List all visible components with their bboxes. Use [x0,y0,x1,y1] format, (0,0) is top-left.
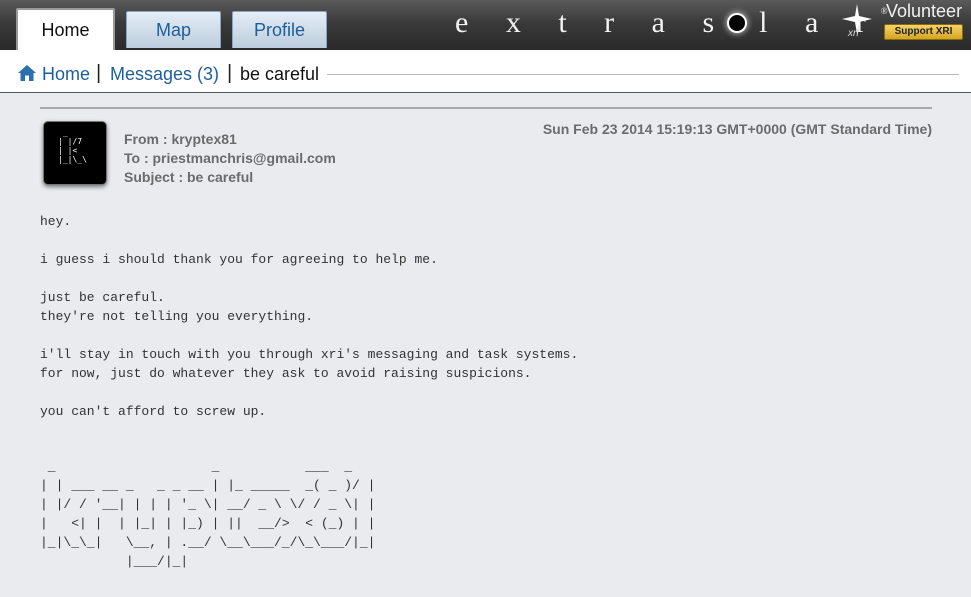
breadcrumb: Home | Messages (3) | be careful [0,50,971,93]
avatar-art: _ | |/7 | |< |_|\_\ [58,128,87,164]
sender-avatar: _ | |/7 | |< |_|\_\ [43,121,107,185]
top-nav-bar: Home Map Profile e x t r a sl a r® xri V… [0,0,971,50]
breadcrumb-messages-link[interactable]: Messages (3) [110,64,219,85]
tab-profile[interactable]: Profile [232,11,327,48]
ascii-signature: _ _ ___ _ | | ___ __ _ _ _ __ | |_ _____… [40,459,376,569]
breadcrumb-separator: | [96,62,102,84]
message-date: Sun Feb 23 2014 15:19:13 GMT+0000 (GMT S… [542,121,932,137]
message-body: hey. i guess i should thank you for agre… [40,214,579,419]
breadcrumb-separator: | [227,62,233,84]
breadcrumb-current: be careful [240,64,320,84]
extrasolar-logo: e x t r a sl a r® [455,6,888,39]
eclipse-icon [729,15,746,32]
tab-home[interactable]: Home [16,8,115,50]
message-from: From : kryptex81 [124,131,237,147]
message-to: To : priestmanchris@gmail.com [124,150,336,166]
tab-map[interactable]: Map [126,11,221,48]
home-icon[interactable] [18,65,36,81]
support-xri-button[interactable]: Support XRI [884,24,963,40]
xri-label: xri [848,28,859,39]
message-divider [40,107,932,109]
volunteer-label: Volunteer [886,1,963,21]
breadcrumb-divider [327,74,959,75]
message-subject: Subject : be careful [124,169,254,185]
breadcrumb-home-link[interactable]: Home [42,64,90,85]
